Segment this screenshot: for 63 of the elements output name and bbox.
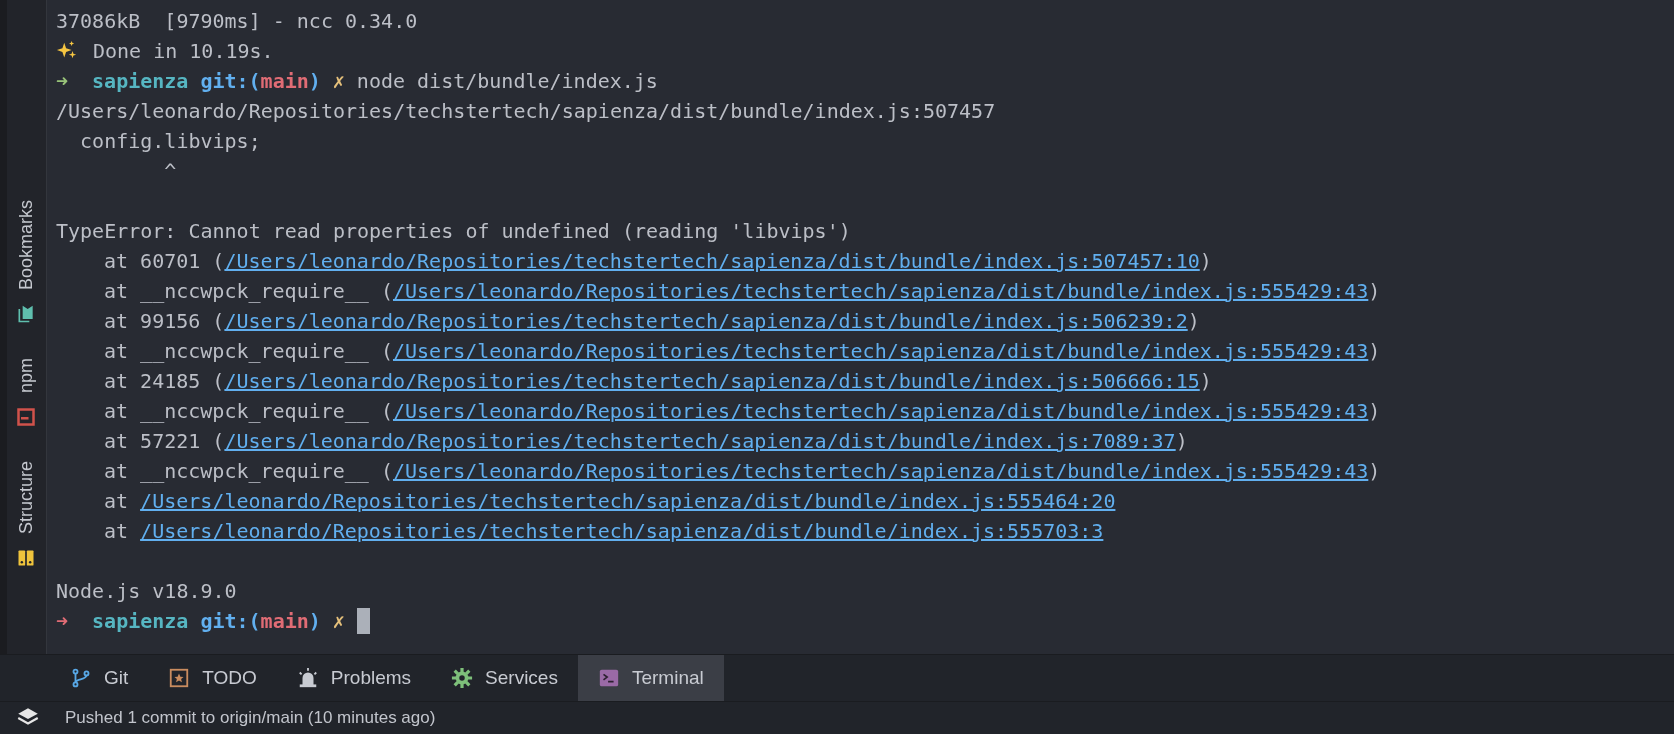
file-link[interactable]: /Users/leonardo/Repositories/techstertech/sapienza/dist/bundle/index.js:555429:43 [393,336,1369,366]
git-label: ) [308,608,321,635]
directory-name: sapienza [92,608,189,635]
file-link[interactable]: /Users/leonardo/Repositories/techstertech/sapienza/dist/bundle/index.js:507457:10 [224,246,1200,276]
gear-icon [451,667,474,689]
tool-window-tab[interactable]: Terminal [577,655,724,701]
terminal-text: ) [1187,308,1200,335]
sidebar-tool-button[interactable]: Structure [13,461,40,569]
status-message: Pushed 1 commit to origin/main (10 minutes ago) [65,707,436,730]
tool-window-tab[interactable]: Problems [276,655,432,701]
dirty-mark: ✗ [332,68,345,95]
npm-icon [16,407,37,428]
alarm-light-icon [296,667,319,689]
prompt-arrow: ➜ [56,608,69,635]
terminal-text: at [104,518,129,545]
branch-name: main [260,68,309,95]
terminal-icon [597,667,620,689]
terminal-text: ) [1368,398,1381,425]
git-label: ) [308,68,321,95]
file-link[interactable]: /Users/leonardo/Repositories/techstertech/sapienza/dist/bundle/index.js:555429:43 [393,276,1369,306]
structure-icon [16,548,37,569]
prompt-arrow: ➜ [56,68,69,95]
dirty-mark: ✗ [332,608,345,635]
git-label: git:( [200,68,261,95]
terminal-text: ) [1199,248,1212,275]
branch-icon [70,667,92,689]
terminal-text: /Users/leonardo/Repositories/techstertech/sapienza/dist/bundle/index.js:507457 [56,99,996,123]
tool-window-tab[interactable]: TODO [148,655,277,701]
file-link[interactable]: /Users/leonardo/Repositories/techstertech/sapienza/dist/bundle/index.js:555703:3 [140,516,1104,546]
terminal-text: at __nccwpck_require__ ( [104,338,393,365]
file-link[interactable]: /Users/leonardo/Repositories/techstertech/sapienza/dist/bundle/index.js:506239:2 [224,306,1188,336]
git-label: git:( [200,608,261,635]
command-text: node dist/bundle/index.js [356,68,658,95]
terminal-text: at __nccwpck_require__ ( [104,278,393,305]
file-link[interactable]: /Users/leonardo/Repositories/techstertech/sapienza/dist/bundle/index.js:7089:37 [224,426,1176,456]
branch-name: main [260,608,309,635]
directory-name: sapienza [92,68,189,95]
terminal-text: at 99156 ( [104,308,225,335]
tool-window-tab[interactable]: Services [431,655,578,701]
terminal-text: TypeError: Cannot read properties of undefined (reading 'libvips') [56,219,851,243]
file-link[interactable]: /Users/leonardo/Repositories/techstertech/sapienza/dist/bundle/index.js:555464:20 [140,486,1116,516]
terminal-text: Node.js v18.9.0 [56,579,237,603]
terminal-text: ) [1368,338,1381,365]
terminal-text: ) [1368,278,1381,305]
file-link[interactable]: /Users/leonardo/Repositories/techstertech/sapienza/dist/bundle/index.js:506666:15 [224,366,1200,396]
file-link[interactable]: /Users/leonardo/Repositories/techstertech/sapienza/dist/bundle/index.js:555429:43 [393,456,1369,486]
tool-window-tab[interactable]: Git [50,655,149,701]
terminal-text: at 24185 ( [104,368,225,395]
file-link[interactable]: /Users/leonardo/Repositories/techstertech/sapienza/dist/bundle/index.js:555429:43 [393,396,1369,426]
terminal-text: ) [1175,428,1188,455]
terminal-text: ^ [163,159,177,183]
terminal-text: ) [1199,368,1212,395]
terminal-text: ) [1368,458,1381,485]
terminal-text: at [104,488,129,515]
sidebar-tool-button[interactable]: npm [13,358,40,428]
terminal-text: at 60701 ( [104,248,225,275]
terminal-text: at __nccwpck_require__ ( [104,458,393,485]
terminal-text: at __nccwpck_require__ ( [104,398,393,425]
terminal-text: config.libvips; [79,129,261,153]
terminal-text: 37086kB [9790ms] - ncc 0.34.0 [56,9,418,33]
terminal-text: Done in 10.19s. [93,38,274,65]
terminal-text: at 57221 ( [104,428,225,455]
sidebar-tool-button[interactable]: Bookmarks [13,200,40,325]
